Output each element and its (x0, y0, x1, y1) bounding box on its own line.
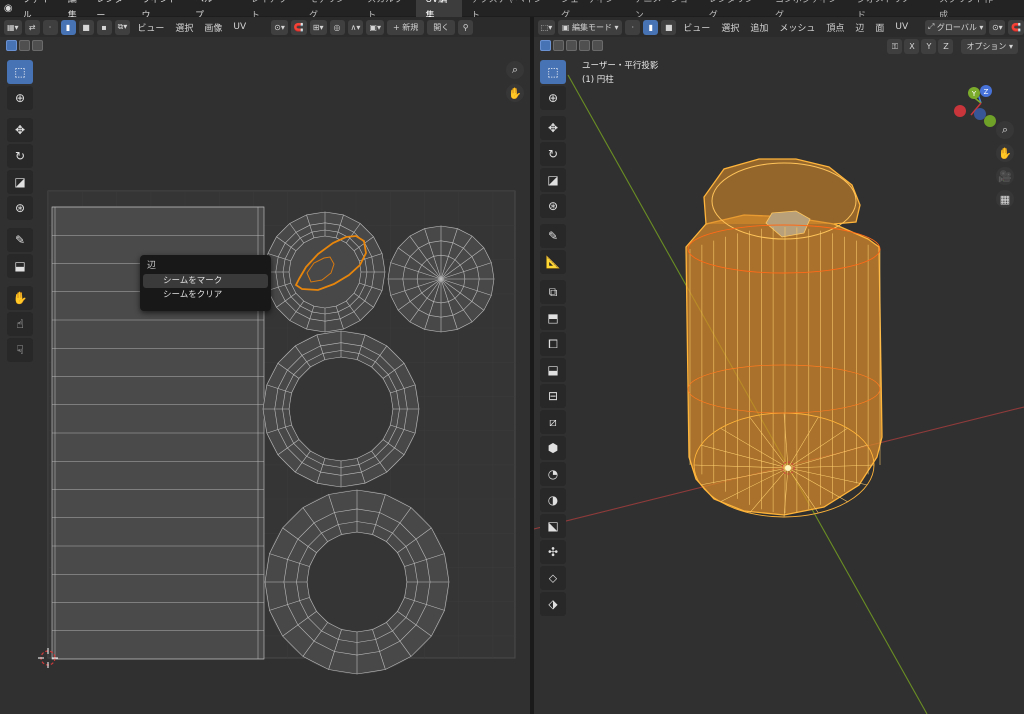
annotate-tool-icon[interactable]: ✎ (7, 228, 33, 252)
mirror-z[interactable]: Z (938, 39, 954, 54)
viewport-header: ⬚▾ ▣ 編集モード ▾ · ▮ ■ ビュー 選択 追加 メッシュ 頂点 辺 面… (534, 17, 1024, 37)
extrude-tool-icon[interactable]: ⬒ (540, 306, 566, 330)
snap-icon[interactable]: 🧲 (1008, 19, 1024, 35)
editor-type-icon[interactable]: ⬚▾ (538, 19, 556, 35)
top-menu-bar: ◉ ファイル 編集 レンダー ウィンドウ ヘルプ レイアウト モデリング スカル… (0, 0, 1024, 24)
options-dropdown[interactable]: オプション ▾ (961, 39, 1018, 54)
navigation-gizmo: Z Y (954, 85, 996, 127)
camera-view-icon[interactable]: 🎥 (996, 167, 1014, 185)
select-mode-subtract-icon[interactable] (566, 39, 577, 51)
orientation-dropdown[interactable]: ⤢ グローバル ▾ (925, 19, 987, 35)
blender-logo-icon[interactable]: ◉ (0, 0, 17, 16)
edge-mode-icon[interactable]: ▮ (643, 19, 659, 35)
uv-island-hole (290, 358, 392, 460)
pan-icon[interactable]: ✋ (996, 144, 1014, 162)
gizmo-y-label: Y (971, 90, 977, 98)
mirror-y[interactable]: Y (921, 39, 937, 54)
pivot-icon[interactable]: ⊙▾ (989, 19, 1006, 35)
menu-mesh[interactable]: メッシュ (775, 21, 819, 34)
clear-seam-item[interactable]: シームをクリア (143, 288, 268, 302)
menu-face[interactable]: 面 (871, 21, 888, 34)
mirror-icon[interactable]: ⚿ (887, 39, 903, 54)
menu-edge[interactable]: 辺 (851, 21, 868, 34)
grab-brush-icon[interactable]: ✋ (7, 286, 33, 310)
cylinder-mesh (685, 158, 883, 518)
poly-build-tool-icon[interactable]: ⬢ (540, 436, 566, 460)
smooth-tool-icon[interactable]: ◑ (540, 488, 566, 512)
gizmo-z-label: Z (984, 88, 989, 96)
scale-tool-icon[interactable]: ◪ (7, 170, 33, 194)
uv-editor[interactable]: ▦▾ ⇄ · ▮ ■ ▪ ⧉▾ ビュー 選択 画像 UV ⊙▾ 🧲 ⊞▾ ◎ ∧… (0, 17, 530, 714)
add-cube-tool-icon[interactable]: ⧉ (540, 280, 566, 304)
menu-uv[interactable]: UV (891, 22, 912, 32)
object-label: (1) 円柱 (582, 75, 614, 85)
cursor-tool-icon[interactable]: ⊕ (540, 86, 566, 110)
rip-tool-icon[interactable]: ⬓ (7, 254, 33, 278)
relax-brush-icon[interactable]: ☝ (7, 312, 33, 336)
uv-island-hole (308, 533, 406, 631)
move-tool-icon[interactable]: ✥ (7, 118, 33, 142)
menu-view[interactable]: ビュー (679, 21, 714, 34)
viewport-canvas[interactable]: Z Y (534, 17, 1024, 714)
pinch-brush-icon[interactable]: ☟ (7, 338, 33, 362)
mark-seam-item[interactable]: シームをマーク (143, 274, 268, 288)
mirror-x[interactable]: X (904, 39, 920, 54)
zoom-icon[interactable]: ⌕ (506, 61, 524, 79)
uv-canvas[interactable] (0, 17, 530, 714)
move-tool-icon[interactable]: ✥ (540, 116, 566, 140)
menu-vertex[interactable]: 頂点 (822, 21, 848, 34)
select-box-tool-icon[interactable]: ⬚ (540, 60, 566, 84)
viewport-select-modes (534, 37, 603, 53)
mode-dropdown[interactable]: ▣ 編集モード ▾ (558, 19, 623, 35)
shrink-fatten-tool-icon[interactable]: ✣ (540, 540, 566, 564)
spin-tool-icon[interactable]: ◔ (540, 462, 566, 486)
cursor-tool-icon[interactable]: ⊕ (7, 86, 33, 110)
zoom-icon[interactable]: ⌕ (996, 121, 1014, 139)
viewport-toolbar: ⬚ ⊕ ✥ ↻ ◪ ⊛ ✎ 📐 ⧉ ⬒ ⧠ ⬓ ⊟ ⧄ ⬢ ◔ ◑ ⬕ ✣ ⬦ … (540, 60, 566, 616)
loop-cut-tool-icon[interactable]: ⊟ (540, 384, 566, 408)
ortho-toggle-icon[interactable]: ▦ (996, 190, 1014, 208)
edge-context-menu: 辺 シームをマーク シームをクリア (140, 255, 271, 311)
bevel-tool-icon[interactable]: ⬓ (540, 358, 566, 382)
projection-label: ユーザー・平行投影 (582, 61, 659, 71)
measure-tool-icon[interactable]: 📐 (540, 250, 566, 274)
mirror-options: ⚿ X Y Z オプション ▾ (887, 39, 1018, 54)
rotate-tool-icon[interactable]: ↻ (7, 144, 33, 168)
viewport-info: ユーザー・平行投影 (1) 円柱 (582, 59, 658, 87)
scale-tool-icon[interactable]: ◪ (540, 168, 566, 192)
edge-slide-tool-icon[interactable]: ⬕ (540, 514, 566, 538)
3d-viewport[interactable]: Z Y ⬚▾ ▣ 編集モード ▾ · ▮ ■ ビュー 選択 追加 メッシュ 頂点… (534, 17, 1024, 714)
menu-add[interactable]: 追加 (746, 21, 772, 34)
uv-bottom-disk-island (387, 225, 495, 333)
inset-tool-icon[interactable]: ⧠ (540, 332, 566, 356)
select-mode-intersect-icon[interactable] (592, 39, 603, 51)
transform-tool-icon[interactable]: ⊛ (7, 196, 33, 220)
select-box-tool-icon[interactable]: ⬚ (7, 60, 33, 84)
select-mode-set-icon[interactable] (540, 39, 551, 51)
shear-tool-icon[interactable]: ⬦ (540, 566, 566, 590)
select-mode-extend-icon[interactable] (553, 39, 564, 51)
context-menu-title: 辺 (147, 261, 157, 271)
pan-icon[interactable]: ✋ (506, 84, 524, 102)
menu-select[interactable]: 選択 (717, 21, 743, 34)
knife-tool-icon[interactable]: ⧄ (540, 410, 566, 434)
vertex-mode-icon[interactable]: · (625, 19, 641, 35)
rip-region-tool-icon[interactable]: ⬗ (540, 592, 566, 616)
select-mode-invert-icon[interactable] (579, 39, 590, 51)
transform-tool-icon[interactable]: ⊛ (540, 194, 566, 218)
rotate-tool-icon[interactable]: ↻ (540, 142, 566, 166)
face-mode-icon[interactable]: ■ (661, 19, 677, 35)
annotate-tool-icon[interactable]: ✎ (540, 224, 566, 248)
uv-toolbar: ⬚ ⊕ ✥ ↻ ◪ ⊛ ✎ ⬓ ✋ ☝ ☟ (7, 60, 33, 362)
